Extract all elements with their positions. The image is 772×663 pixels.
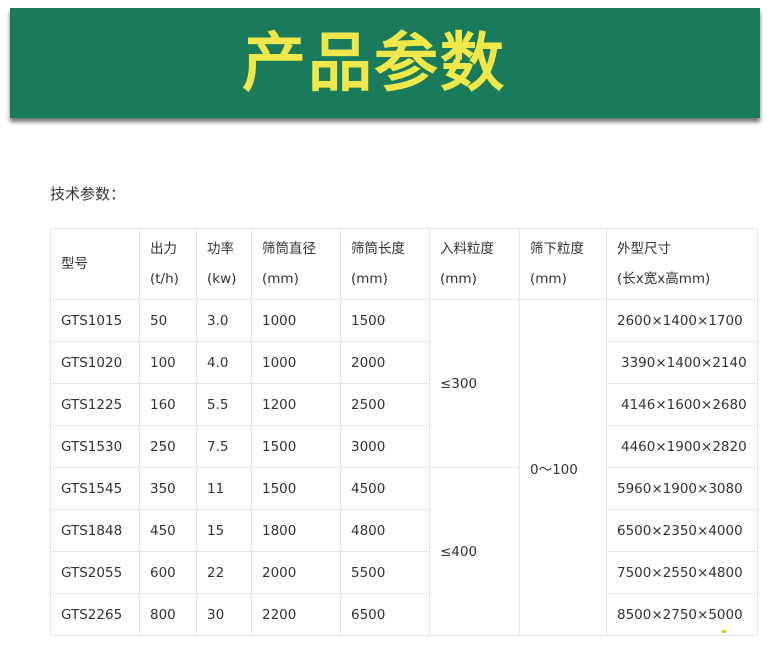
length-cell: 4500: [340, 467, 430, 510]
length-cell: 3000: [340, 425, 430, 468]
table-row: GTS1848 450 15 1800 4800 6500×2350×4000: [50, 509, 758, 552]
diameter-cell: 1000: [251, 341, 341, 384]
undersize-cell: 0～100: [519, 299, 607, 636]
feed-size-cell: ≤400: [429, 467, 520, 636]
header-cell: 出力 (t/h): [139, 228, 197, 300]
dimension-cell: 3390×1400×2140: [606, 341, 758, 384]
dimension-cell: 4460×1900×2820: [606, 425, 758, 468]
output-cell: 50: [139, 299, 197, 342]
dimension-cell: 6500×2350×4000: [606, 509, 758, 552]
length-cell: 2500: [340, 383, 430, 426]
model-cell: GTS1530: [50, 425, 140, 468]
decorative-mark: [722, 630, 726, 633]
parameters-table: 型号 出力 (t/h) 功率 (kw) 筛筒直径 (mm) 筛筒长度 (mm) 入料粒度…: [50, 228, 758, 636]
feed-size-cell: ≤300: [429, 299, 520, 468]
diameter-cell: 1500: [251, 425, 341, 468]
output-cell: 800: [139, 593, 197, 636]
header-cell: 外型尺寸 (长x宽x高mm): [606, 228, 758, 300]
banner-title: 产品参数: [242, 27, 506, 101]
model-cell: GTS1545: [50, 467, 140, 510]
output-cell: 600: [139, 551, 197, 594]
section-label: 技术参数：: [50, 185, 126, 203]
header-cell: 筛下粒度 (mm): [519, 228, 607, 300]
length-cell: 6500: [340, 593, 430, 636]
model-cell: GTS2055: [50, 551, 140, 594]
power-cell: 11: [196, 467, 252, 510]
output-cell: 100: [139, 341, 197, 384]
diameter-cell: 1800: [251, 509, 341, 552]
length-cell: 4800: [340, 509, 430, 552]
power-cell: 5.5: [196, 383, 252, 426]
dimension-cell: 8500×2750×5000: [606, 593, 758, 636]
table-row: GTS1530 250 7.5 1500 3000 4460×1900×2820: [50, 425, 758, 468]
header-cell: 功率 (kw): [196, 228, 252, 300]
diameter-cell: 2000: [251, 551, 341, 594]
table-row: GTS1545 350 11 1500 4500 ≤400 5960×1900×…: [50, 467, 758, 636]
power-cell: 15: [196, 509, 252, 552]
table-row: GTS1020 100 4.0 1000 2000 3390×1400×2140: [50, 341, 758, 384]
diameter-cell: 1200: [251, 383, 341, 426]
diameter-cell: 2200: [251, 593, 341, 636]
model-cell: GTS1848: [50, 509, 140, 552]
table-row: GTS2265 800 30 2200 6500 8500×2750×5000: [50, 593, 758, 636]
title-banner: 产品参数: [10, 8, 760, 118]
model-cell: GTS2265: [50, 593, 140, 636]
header-cell: 入料粒度 (mm): [429, 228, 520, 300]
output-cell: 250: [139, 425, 197, 468]
header-cell: 筛筒长度 (mm): [340, 228, 430, 300]
header-cell: 筛筒直径 (mm): [251, 228, 341, 300]
length-cell: 1500: [340, 299, 430, 342]
header-cell: 型号: [50, 228, 140, 300]
diameter-cell: 1000: [251, 299, 341, 342]
table-row: GTS1225 160 5.5 1200 2500 4146×1600×2680: [50, 383, 758, 426]
model-cell: GTS1020: [50, 341, 140, 384]
model-cell: GTS1225: [50, 383, 140, 426]
output-cell: 350: [139, 467, 197, 510]
power-cell: 3.0: [196, 299, 252, 342]
power-cell: 30: [196, 593, 252, 636]
power-cell: 22: [196, 551, 252, 594]
diameter-cell: 1500: [251, 467, 341, 510]
output-cell: 160: [139, 383, 197, 426]
table-header-row: 型号 出力 (t/h) 功率 (kw) 筛筒直径 (mm) 筛筒长度 (mm) 入料粒度…: [50, 228, 758, 300]
table-row: GTS1015 50 3.0 1000 1500 ≤300 0～100 2600…: [50, 299, 758, 636]
dimension-cell: 7500×2550×4800: [606, 551, 758, 594]
power-cell: 7.5: [196, 425, 252, 468]
dimension-cell: 2600×1400×1700: [606, 299, 758, 342]
dimension-cell: 5960×1900×3080: [606, 467, 758, 510]
length-cell: 2000: [340, 341, 430, 384]
length-cell: 5500: [340, 551, 430, 594]
output-cell: 450: [139, 509, 197, 552]
dimension-cell: 4146×1600×2680: [606, 383, 758, 426]
power-cell: 4.0: [196, 341, 252, 384]
model-cell: GTS1015: [50, 299, 140, 342]
table-row: GTS2055 600 22 2000 5500 7500×2550×4800: [50, 551, 758, 594]
